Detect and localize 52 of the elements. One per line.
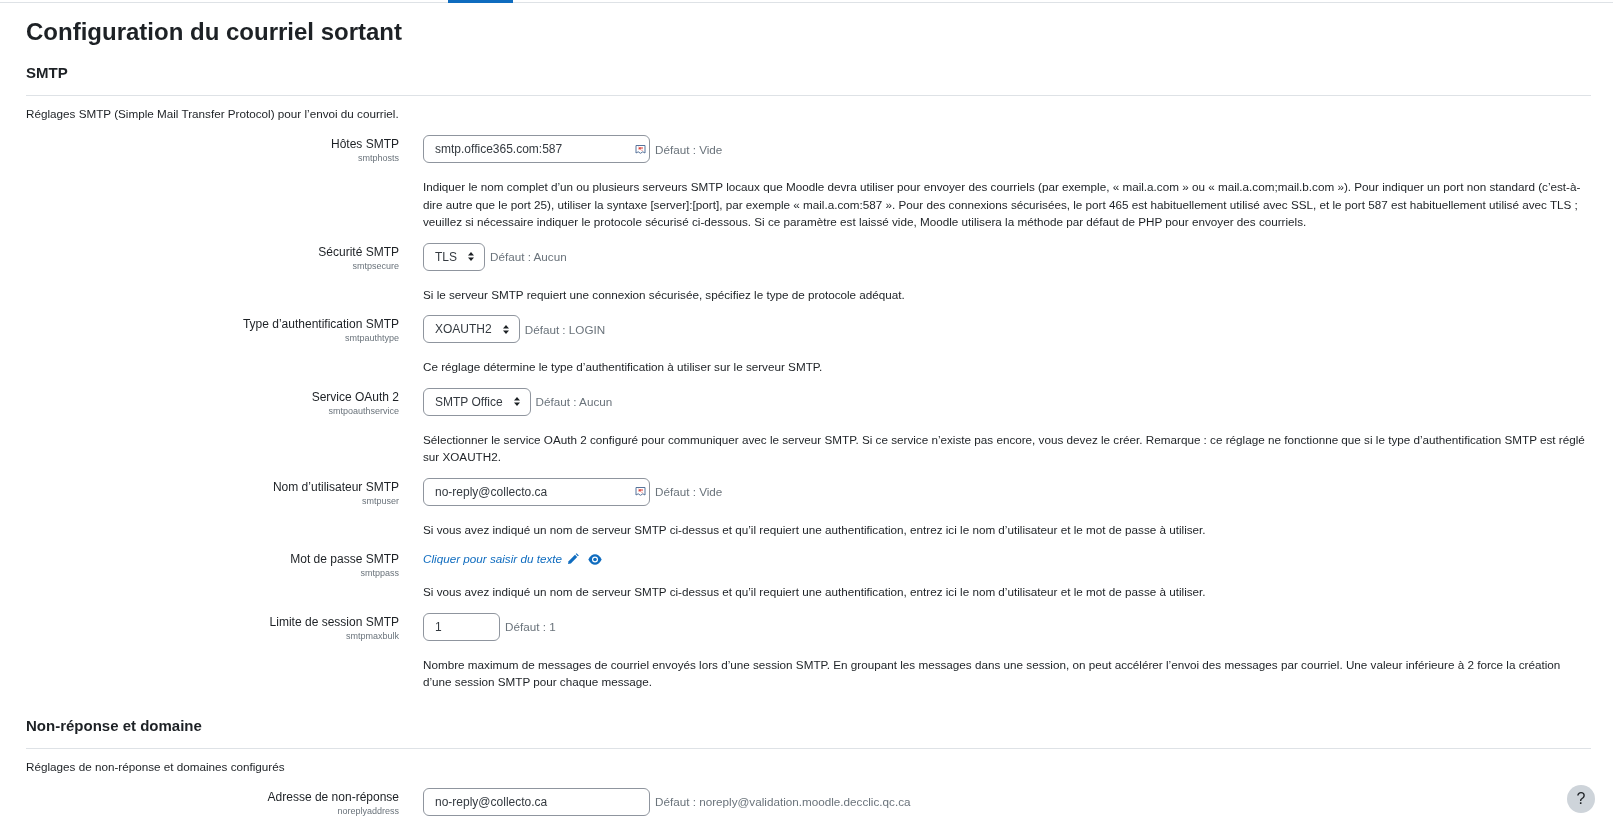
default-value: Défaut : LOGIN (524, 322, 606, 336)
section-heading: SMTP (26, 64, 69, 82)
text-field[interactable]: smtp.office365.com:587 (423, 135, 650, 163)
setting-description: Sélectionner le service OAuth 2 configuré pour communiquer avec le serveur SMTP. Si ce service n’existe pas encore, vous devez le créer. Remarque : ce réglage ne fonctionne que si le type d’authentification SMTP est réglé sur XOAUTH2. (423, 431, 1586, 465)
setting-key: smtpoauthservice (328, 405, 399, 417)
up-down-caret-icon (513, 397, 520, 406)
setting-label: Adresse de non-réponse (267, 788, 399, 806)
setting-key: smtpauthtype (344, 333, 399, 344)
setting-description: Nombre maximum de messages de courriel envoyés lors d’une session SMTP. En groupant les messages dans une session, on peut accélérer l’envoi des messages par courriel. Une valeur inférieure à 2 force la création d’une session SMTP pour chaque message. (423, 656, 1562, 690)
setting-description: Indiquer le nom complet d’un ou plusieurs serveurs SMTP locaux que Moodle devra utiliser pour envoyer des courriels (par exemple, « mail.a.com » ou « mail.a.com;mail.b.com »). Pour indiquer un port non standard (c’est-à-dire autre que le port 25), utiliser la syntaxe [server]:[port], par exemple « mail.a.com:587 ». Pour des connexions sécurisées, le port 465 est habituellement utilisé avec SSL, et le port 587 est habituellement utilisé avec TLS ; veuillez si nécessaire indiquer le protocole sécurisé ci-dessous. Si ce paramètre est laissé vide, Moodle utilisera la méthode par défaut de PHP pour envoyer des courriels. (423, 179, 1582, 230)
default-value: Défaut : Vide (655, 142, 723, 156)
number-field[interactable]: 1 (423, 612, 500, 641)
text-field[interactable]: no-reply@collecto.ca (423, 787, 650, 816)
dropdown[interactable]: TLS (423, 242, 485, 271)
default-value: Défaut : Aucun (535, 395, 613, 408)
setting-label: Type d’authentification SMTP (242, 316, 399, 333)
text-field[interactable]: no-reply@collecto.ca (423, 477, 650, 506)
default-value: Défaut : Vide (655, 485, 723, 498)
setting-description: Si vous avez indiqué un nom de serveur SMTP ci-dessus et qu’il requiert une authentification, entrez ici le nom d’utilisateur et le mot de passe à utiliser. (423, 521, 1207, 538)
default-value: Défaut : 1 (505, 620, 556, 633)
setting-label: Sécurité SMTP (318, 243, 399, 261)
up-down-caret-icon (502, 324, 509, 334)
setting-label: Nom d’utilisateur SMTP (272, 478, 399, 496)
setting-key: smtpsecure (352, 260, 399, 272)
setting-label: Mot de passe SMTP (290, 551, 399, 568)
section-description: Réglages SMTP (Simple Mail Transfer Protocol) pour l’envoi du courriel. (26, 106, 400, 122)
section-heading: Non-réponse et domaine (26, 716, 203, 735)
page-title: Configuration du courriel sortant (26, 17, 403, 46)
up-down-caret-icon (468, 252, 474, 261)
setting-description: Ce réglage détermine le type d’authentification à utiliser sur le serveur SMTP. (423, 359, 824, 375)
active-tab-indicator (448, 0, 513, 3)
setting-key: noreplyaddress (337, 805, 399, 817)
setting-description: Si le serveur SMTP requiert une connexion sécurisée, spécifiez le type de protocole adéquat. (423, 286, 906, 303)
shield-icon[interactable] (635, 486, 646, 497)
dropdown[interactable]: XOAUTH2 (423, 315, 520, 343)
setting-label: Service OAuth 2 (311, 388, 399, 406)
setting-label: Limite de session SMTP (269, 613, 399, 631)
dropdown[interactable]: SMTP Office (423, 387, 531, 416)
shield-icon[interactable] (635, 143, 646, 155)
setting-key: smtppass (360, 568, 399, 579)
pencil-icon[interactable] (567, 553, 580, 565)
default-value: Défaut : noreply@validation.moodle.decclic.qc.ca (655, 795, 911, 808)
help-button[interactable]: ? (1567, 785, 1595, 813)
setting-label: Hôtes SMTP (331, 136, 399, 153)
edit-text-link[interactable]: Cliquer pour saisir du texte (423, 550, 563, 568)
setting-key: smtpmaxbulk (346, 630, 399, 642)
section-description: Réglages de non-réponse et domaines configurés (26, 758, 286, 775)
setting-key: smtphosts (358, 153, 399, 164)
setting-description: Si vous avez indiqué un nom de serveur SMTP ci-dessus et qu’il requiert une authentification, entrez ici le nom d’utilisateur et le mot de passe à utiliser. (423, 584, 1207, 600)
eye-icon[interactable] (588, 553, 603, 565)
default-value: Défaut : Aucun (490, 250, 567, 263)
setting-key: smtpuser (362, 495, 399, 507)
